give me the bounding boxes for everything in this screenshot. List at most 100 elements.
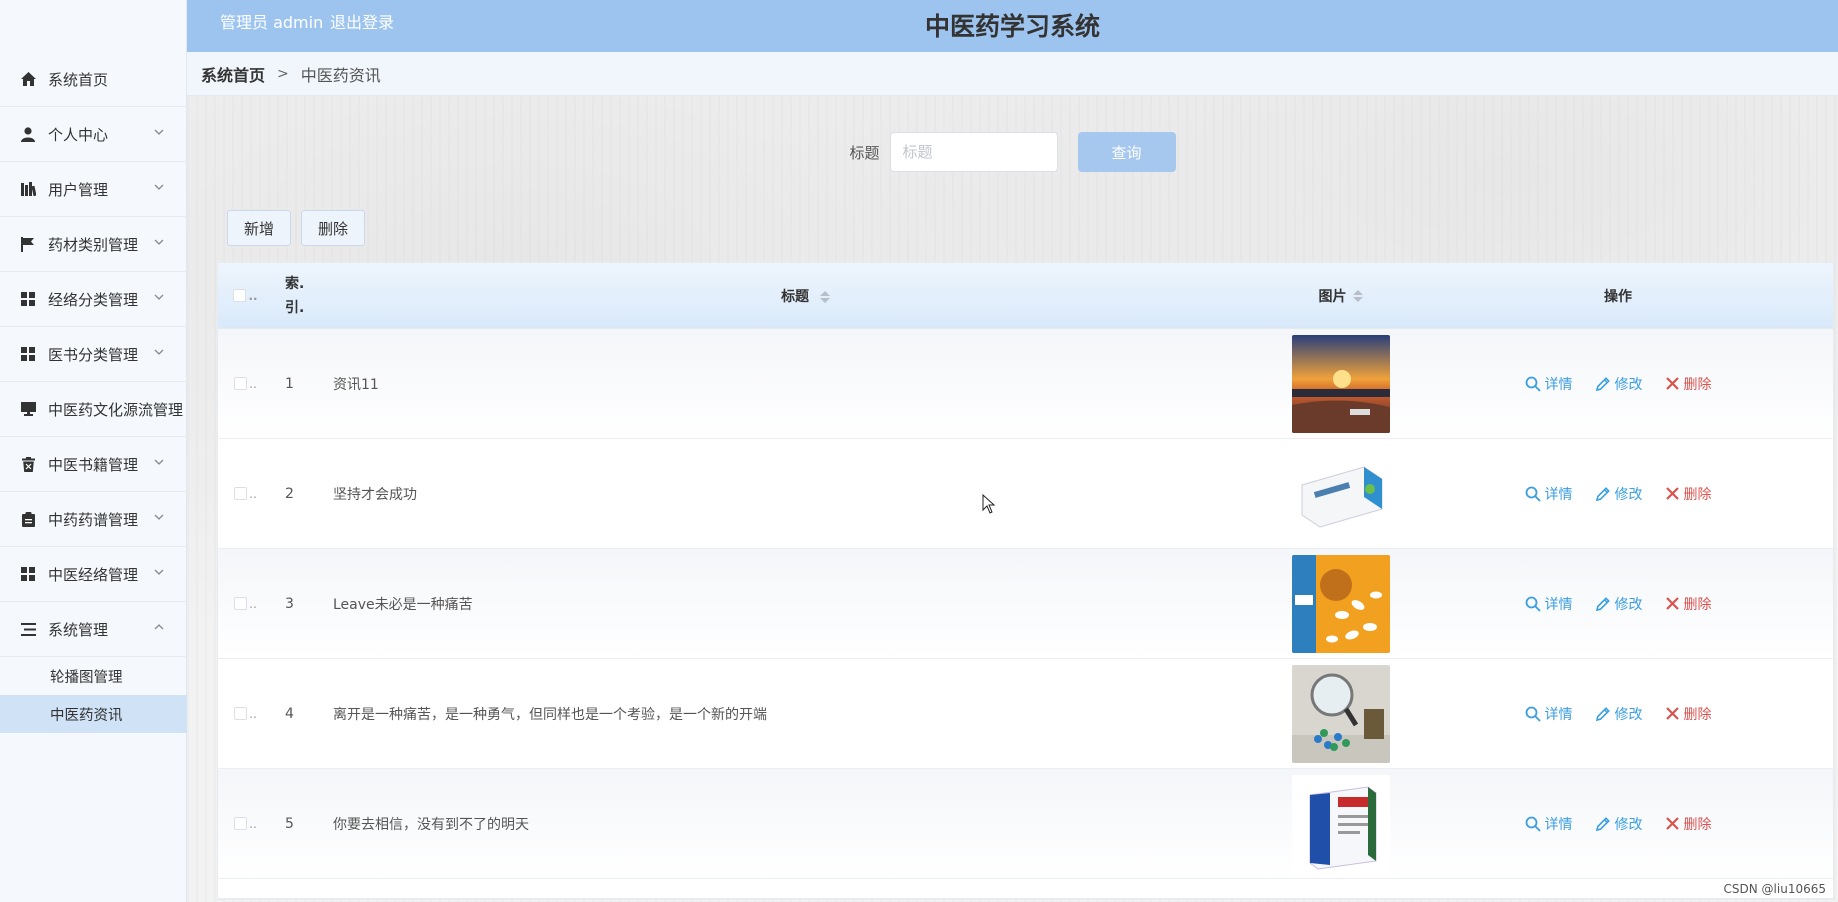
detail-button[interactable]: 详情 <box>1525 374 1573 394</box>
medicine-package-photo[interactable] <box>1291 774 1390 873</box>
table-row-4[interactable]: .. 4 离开是一种痛苦，是一种勇气，但同样也是一个考验，是一个新的开端 详情 … <box>218 659 1833 769</box>
row-index: 1 <box>285 375 294 392</box>
table-row-1[interactable]: .. 1 资讯11 详情 修改 删除 <box>218 329 1833 439</box>
search-label: 标题 <box>849 143 880 162</box>
check-ellipsis: .. <box>249 486 257 501</box>
chevron-down-icon <box>154 239 164 245</box>
row-checkbox[interactable] <box>234 597 248 610</box>
user-label: 管理员 admin <box>220 13 324 32</box>
row-ops: 详情 修改 删除 <box>1403 594 1833 614</box>
sidebar-menu: 系统首页 个人中心 用户管理 药材类别管理 经络分类管理 医书分类管理 中医药文… <box>0 52 187 733</box>
detail-button[interactable]: 详情 <box>1525 484 1573 504</box>
sidebar-item-label: 中医药文化源流管理 <box>48 400 184 419</box>
detail-button[interactable]: 详情 <box>1525 704 1573 724</box>
check-ellipsis: .. <box>249 376 257 391</box>
sidebar-item-label: 系统首页 <box>48 70 109 89</box>
table-row-2[interactable]: .. 2 坚持才会成功 详情 修改 删除 <box>218 439 1833 549</box>
news-table: .. 索. 引. 标题 图片 操作 .. 1 资讯11 详情 修改 删除 .. … <box>217 262 1834 900</box>
row-check-cell: .. <box>218 487 273 501</box>
edit-button[interactable]: 修改 <box>1595 374 1643 394</box>
app-title: 中医药学习系统 <box>924 12 1100 41</box>
row-picture-cell <box>1278 664 1403 763</box>
sidebar-item-book-category[interactable]: 医书分类管理 <box>0 327 187 382</box>
medicine-box-photo[interactable] <box>1291 444 1390 543</box>
sidebar-item-culture[interactable]: 中医药文化源流管理 <box>0 382 187 437</box>
delete-button[interactable]: 删除 <box>1665 594 1712 614</box>
search-input[interactable] <box>889 132 1058 172</box>
header-index-line1: 索. <box>285 275 305 292</box>
edit-label: 修改 <box>1614 486 1643 503</box>
sort-icon[interactable] <box>819 290 830 303</box>
select-all-checkbox[interactable] <box>233 289 247 302</box>
sidebar-item-users[interactable]: 用户管理 <box>0 162 187 217</box>
pills-orange-photo[interactable] <box>1291 554 1390 653</box>
breadcrumb-home[interactable]: 系统首页 <box>201 62 265 86</box>
flag-icon <box>20 236 36 252</box>
detail-button[interactable]: 详情 <box>1525 814 1573 834</box>
row-checkbox[interactable] <box>234 377 248 390</box>
chevron-down-icon <box>154 569 164 575</box>
pencil-icon <box>1595 376 1610 391</box>
sidebar-item-meridian-category[interactable]: 经络分类管理 <box>0 272 187 327</box>
detail-label: 详情 <box>1544 596 1573 613</box>
breadcrumb-current: 中医药资讯 <box>300 65 381 85</box>
delete-button[interactable]: 删除 <box>1665 484 1712 504</box>
row-checkbox[interactable] <box>234 707 248 720</box>
edit-button[interactable]: 修改 <box>1595 594 1643 614</box>
row-picture-cell <box>1278 334 1403 433</box>
grid-icon <box>20 566 36 582</box>
check-ellipsis: .. <box>249 706 257 721</box>
row-ops: 详情 修改 删除 <box>1403 484 1833 504</box>
bulk-delete-button[interactable]: 删除 <box>301 210 366 246</box>
sidebar-item-meridians[interactable]: 中医经络管理 <box>0 547 187 602</box>
header-title[interactable]: 标题 <box>318 286 1278 306</box>
delete-button[interactable]: 删除 <box>1665 374 1712 394</box>
sidebar-item-system[interactable]: 系统管理 <box>0 602 187 657</box>
add-button[interactable]: 新增 <box>227 210 292 246</box>
row-title: 资讯11 <box>333 376 379 393</box>
sunset-river-photo[interactable] <box>1291 334 1390 433</box>
sidebar-subitem-news[interactable]: 中医药资讯 <box>0 695 187 733</box>
chevron-down-icon <box>154 129 164 135</box>
sidebar-item-books[interactable]: 中医书籍管理 <box>0 437 187 492</box>
row-checkbox[interactable] <box>234 817 248 830</box>
table-row-3[interactable]: .. 3 Leave未必是一种痛苦 详情 修改 删除 <box>218 549 1833 659</box>
main-content: 标题 查询 新增 删除 .. 索. 引. 标题 图片 操作 <box>187 96 1838 902</box>
header-picture-label: 图片 <box>1318 288 1347 305</box>
search-button[interactable]: 查询 <box>1077 132 1176 172</box>
magnifier-pills-photo[interactable] <box>1291 664 1390 763</box>
sidebar-item-herb-category[interactable]: 药材类别管理 <box>0 217 187 272</box>
header-title-label: 标题 <box>781 288 810 305</box>
breadcrumb-separator: > <box>277 65 289 82</box>
sidebar-item-home[interactable]: 系统首页 <box>0 52 187 107</box>
edit-button[interactable]: 修改 <box>1595 484 1643 504</box>
sidebar-item-label: 中医经络管理 <box>48 565 139 584</box>
table-row-5[interactable]: .. 5 你要去相信，没有到不了的明天 详情 修改 删除 <box>218 769 1833 879</box>
header-index-line2: 引. <box>285 299 305 316</box>
row-title: 离开是一种痛苦，是一种勇气，但同样也是一个考验，是一个新的开端 <box>333 706 767 723</box>
row-title: 你要去相信，没有到不了的明天 <box>333 816 529 833</box>
delete-label: 删除 <box>1683 376 1712 393</box>
row-index: 3 <box>285 595 294 612</box>
delete-label: 删除 <box>1683 816 1712 833</box>
search-bar: 标题 查询 <box>187 132 1838 172</box>
edit-label: 修改 <box>1614 706 1643 723</box>
sidebar-item-label: 系统管理 <box>48 620 109 639</box>
row-ops: 详情 修改 删除 <box>1403 704 1833 724</box>
edit-button[interactable]: 修改 <box>1595 814 1643 834</box>
logout-link[interactable]: 退出登录 <box>330 9 394 33</box>
header-picture[interactable]: 图片 <box>1278 286 1403 306</box>
close-icon <box>1665 817 1679 830</box>
edit-button[interactable]: 修改 <box>1595 704 1643 724</box>
sidebar-item-personal[interactable]: 个人中心 <box>0 107 187 162</box>
detail-label: 详情 <box>1544 706 1573 723</box>
sidebar-item-prescriptions[interactable]: 中药药谱管理 <box>0 492 187 547</box>
sidebar-item-label: 中医书籍管理 <box>48 455 139 474</box>
sidebar-item-label: 医书分类管理 <box>48 345 139 364</box>
sort-icon[interactable] <box>1352 289 1363 302</box>
delete-button[interactable]: 删除 <box>1665 814 1712 834</box>
sidebar-subitem-carousel[interactable]: 轮播图管理 <box>0 657 187 695</box>
delete-button[interactable]: 删除 <box>1665 704 1712 724</box>
detail-button[interactable]: 详情 <box>1525 594 1573 614</box>
row-checkbox[interactable] <box>234 487 248 500</box>
